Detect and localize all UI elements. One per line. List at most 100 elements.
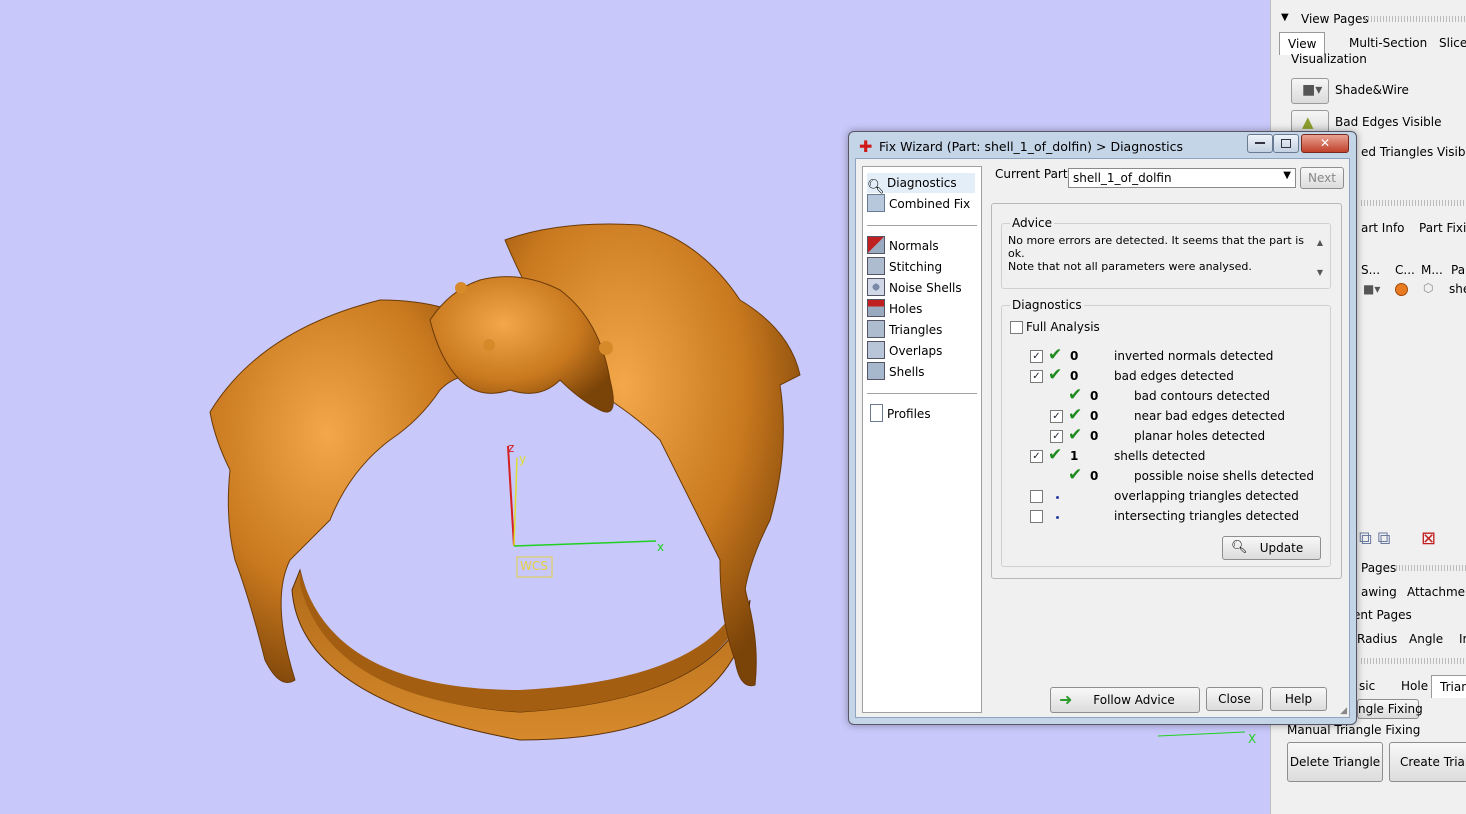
nav-holes[interactable]: Holes: [867, 299, 922, 319]
nav-noise-shells[interactable]: Noise Shells: [867, 278, 962, 298]
part-color-dot-icon: [1395, 283, 1408, 296]
full-analysis-checkbox[interactable]: [1010, 321, 1023, 334]
tab-part-info[interactable]: art Info: [1353, 217, 1413, 239]
col-c: C...: [1395, 263, 1415, 277]
scroll-down-icon[interactable]: ▼: [1317, 268, 1323, 277]
nav-separator-2: [867, 393, 977, 394]
shade-wire-button[interactable]: ■▾: [1291, 78, 1329, 104]
check-icon: ✔: [1068, 385, 1083, 405]
tab-hole[interactable]: Hole: [1393, 675, 1436, 697]
minimize-icon: [1255, 142, 1265, 144]
tab-slices[interactable]: Slices: [1431, 32, 1466, 54]
nav-triangles[interactable]: Triangles: [867, 320, 942, 340]
collapse-triangle-icon[interactable]: ▼: [1281, 12, 1289, 23]
tab-attachments[interactable]: Attachments: [1399, 581, 1466, 603]
wcs-label: WCS: [520, 559, 548, 573]
tab-triangles[interactable]: Trian: [1431, 675, 1466, 698]
fixing-grip: [1361, 658, 1465, 664]
current-part-select[interactable]: shell_1_of_dolfin ▼: [1068, 168, 1296, 188]
check-icon: ✔: [1068, 405, 1083, 425]
delete-triangle-button[interactable]: Delete Triangle: [1287, 742, 1383, 782]
check-icon: ✔: [1068, 425, 1083, 445]
planar-holes-value: 0: [1090, 429, 1099, 443]
toolbar-cubes-icon[interactable]: ⧉ ⧉: [1359, 528, 1390, 549]
follow-advice-label: Follow Advice: [1093, 693, 1175, 707]
tab-radius[interactable]: Radius: [1349, 628, 1405, 650]
check-icon: ✔: [1048, 345, 1063, 365]
bad-edges-value: 0: [1070, 369, 1079, 383]
resize-grip-icon[interactable]: ◢: [1340, 706, 1347, 716]
part-row-name[interactable]: shel: [1449, 282, 1466, 296]
axis-z-label: z: [508, 441, 515, 455]
bad-edges-checkbox[interactable]: ✓: [1030, 370, 1043, 383]
bad-edges-label: bad edges detected: [1114, 369, 1234, 383]
scroll-up-icon[interactable]: ▲: [1317, 238, 1323, 247]
bad-edges-label: Bad Edges Visible: [1335, 115, 1442, 129]
check-icon: ✔: [1068, 465, 1083, 485]
triangle-fixing-button[interactable]: ngle Fixing: [1357, 699, 1423, 719]
nav-shells[interactable]: Shells: [867, 362, 925, 382]
bad-edges-icon: ▲: [1302, 113, 1314, 131]
update-button[interactable]: 🔍︎ Update: [1222, 536, 1321, 560]
tab-drawing[interactable]: awing: [1353, 581, 1405, 603]
magnifier-icon: 🔍︎: [1231, 540, 1248, 555]
noise-shells-icon: [867, 278, 885, 296]
nav-profiles[interactable]: Profiles: [867, 404, 931, 424]
diagnostics-title: Diagnostics: [1010, 298, 1084, 312]
col-par: Par: [1451, 263, 1466, 277]
combined-fix-icon: [867, 194, 885, 212]
planar-holes-label: planar holes detected: [1134, 429, 1266, 443]
check-icon: ✔: [1048, 445, 1063, 465]
intersecting-label: intersecting triangles detected: [1114, 509, 1299, 523]
delete-part-icon[interactable]: ⊠: [1421, 528, 1436, 549]
maximize-button[interactable]: [1273, 134, 1299, 153]
next-button[interactable]: Next: [1300, 167, 1344, 189]
nav-combined-fix[interactable]: Combined Fix: [867, 194, 970, 214]
check-icon: ✔: [1048, 365, 1063, 385]
close-button[interactable]: Close: [1206, 687, 1263, 711]
inverted-normals-value: 0: [1070, 349, 1079, 363]
nav-stitching[interactable]: Stitching: [867, 257, 942, 277]
diagnostics-group: Diagnostics Full Analysis ✓ ✔ 0 inverted…: [1001, 298, 1331, 567]
maximize-icon: [1281, 139, 1291, 148]
nav-normals[interactable]: Normals: [867, 236, 939, 256]
intersecting-checkbox[interactable]: [1030, 510, 1043, 523]
nav-overlaps-label: Overlaps: [889, 344, 943, 358]
inverted-normals-checkbox[interactable]: ✓: [1030, 350, 1043, 363]
tab-multi-section[interactable]: Multi-Section: [1341, 32, 1435, 54]
create-triangle-button[interactable]: Create Triangl: [1389, 742, 1466, 782]
close-icon: ✕: [1319, 136, 1331, 150]
nav-diagnostics[interactable]: 🔍︎ Diagnostics: [867, 173, 975, 195]
advice-group: Advice No more errors are detected. It s…: [1001, 216, 1331, 289]
shells-icon: [867, 362, 885, 380]
shade-wire-icon: ■▾: [1302, 82, 1323, 98]
advice-text-box: No more errors are detected. It seems th…: [1008, 234, 1308, 273]
window-close-button[interactable]: ✕: [1301, 134, 1349, 153]
near-bad-edges-value: 0: [1090, 409, 1099, 423]
ent-pages-label: ent Pages: [1353, 608, 1412, 622]
overlapping-checkbox[interactable]: [1030, 490, 1043, 503]
tab-angle[interactable]: Angle: [1401, 628, 1451, 650]
nav-overlaps[interactable]: Overlaps: [867, 341, 942, 361]
triangles-visible-label: ed Triangles Visible: [1361, 145, 1466, 159]
pages-grip: [1396, 565, 1466, 571]
chevron-down-icon: ▼: [1283, 170, 1291, 181]
triangles-icon: [867, 320, 885, 338]
advice-title: Advice: [1010, 216, 1055, 230]
shells-checkbox[interactable]: ✓: [1030, 450, 1043, 463]
help-button[interactable]: Help: [1270, 687, 1327, 711]
tab-part-fixing[interactable]: Part Fixing: [1411, 217, 1466, 239]
shade-wire-label: Shade&Wire: [1335, 83, 1409, 97]
status-dot-icon: [1056, 496, 1059, 499]
divider-grip: [1361, 200, 1465, 206]
axis2-x-label: X: [1248, 732, 1257, 746]
fix-wizard-dialog: ✚ Fix Wizard (Part: shell_1_of_dolfin) >…: [848, 131, 1357, 725]
follow-advice-button[interactable]: ➜ Follow Advice: [1050, 687, 1200, 713]
tab-ir[interactable]: Ir: [1451, 628, 1466, 650]
near-bad-edges-checkbox[interactable]: ✓: [1050, 410, 1063, 423]
minimize-button[interactable]: [1247, 134, 1273, 153]
nav-holes-label: Holes: [889, 302, 923, 316]
wizard-nav: 🔍︎ Diagnostics Combined Fix Normals Stitc…: [862, 166, 982, 713]
planar-holes-checkbox[interactable]: ✓: [1050, 430, 1063, 443]
red-cross-icon: ✚: [859, 137, 873, 156]
